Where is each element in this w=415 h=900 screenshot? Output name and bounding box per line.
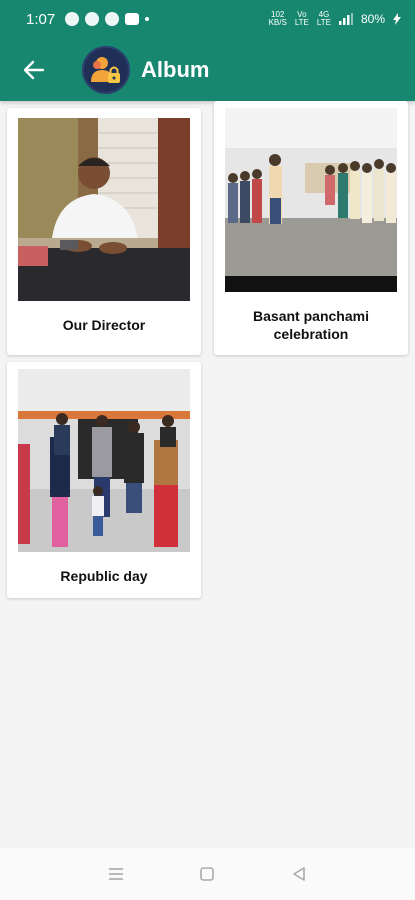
album-caption: Republic day <box>60 568 148 584</box>
cloud-icon <box>105 12 120 26</box>
menu-lines-icon <box>108 868 123 880</box>
people-lock-logo-icon <box>91 56 120 83</box>
app-icon <box>125 13 140 25</box>
status-right: 102 KB/S Vo LTE 4G LTE 80% <box>269 11 401 27</box>
page-title: Album <box>141 56 210 82</box>
notification-icons <box>65 12 150 26</box>
status-time: 1:07 <box>26 10 56 28</box>
battery-percent: 80% <box>360 12 385 26</box>
album-caption: Basant panchami celebration <box>253 308 369 342</box>
home-button[interactable] <box>195 862 219 886</box>
heart-icon <box>85 12 100 26</box>
basant-panchami-photo <box>225 108 397 292</box>
back-button[interactable] <box>20 56 48 84</box>
more-notifications-icon <box>145 17 150 21</box>
app-bar: Album <box>0 38 415 101</box>
recent-apps-button[interactable] <box>104 862 128 886</box>
system-back-button[interactable] <box>287 862 311 886</box>
arrow-left-icon <box>23 60 45 79</box>
app-logo <box>82 45 130 94</box>
director-photo <box>18 118 190 301</box>
network-type: 4G LTE <box>317 11 331 27</box>
network-speed: 102 KB/S <box>269 11 287 27</box>
signal-icon <box>338 13 353 25</box>
square-home-icon <box>200 867 215 881</box>
net-bottom: LTE <box>316 18 331 27</box>
system-nav-bar <box>0 848 415 900</box>
volte-indicator: Vo LTE <box>295 11 309 27</box>
charging-icon <box>393 13 401 25</box>
messenger-icon <box>65 12 80 26</box>
republic-day-photo <box>18 369 190 552</box>
album-card-republic-day[interactable]: Republic day <box>7 362 201 598</box>
status-bar: 1:07 102 KB/S Vo LTE 4G LTE 80% <box>0 0 415 38</box>
triangle-back-icon <box>293 867 305 881</box>
volte-bottom: LTE <box>294 18 309 27</box>
album-card-our-director[interactable]: Our Director <box>7 108 201 355</box>
album-card-basant-panchami[interactable]: Basant panchami celebration <box>214 101 408 355</box>
album-caption: Our Director <box>62 317 146 333</box>
speed-unit: KB/S <box>268 18 287 27</box>
